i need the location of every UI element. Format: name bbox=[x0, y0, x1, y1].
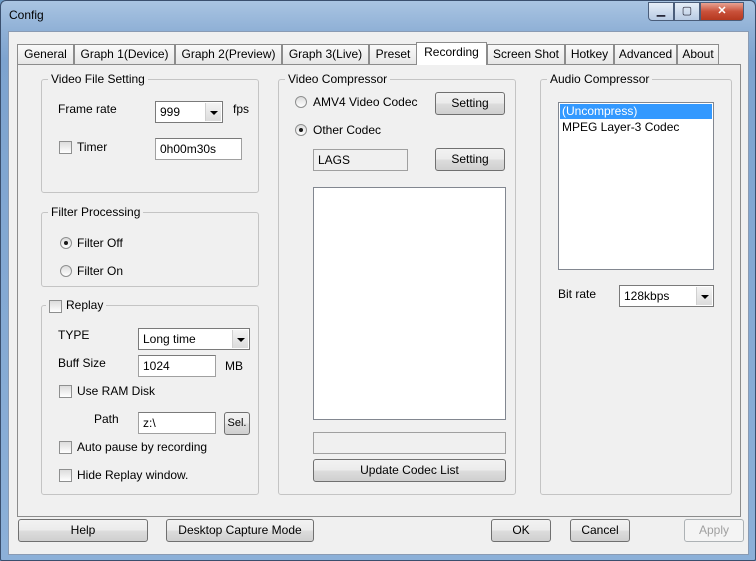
title-bar[interactable]: Config ▁ ▢ ✕ bbox=[1, 1, 755, 31]
buff-size-unit: MB bbox=[225, 359, 243, 373]
tab-general[interactable]: General bbox=[17, 44, 74, 64]
timer-label: Timer bbox=[77, 140, 108, 154]
replay-type-select[interactable]: Long time bbox=[138, 328, 250, 350]
desktop-capture-mode-button[interactable]: Desktop Capture Mode bbox=[166, 519, 314, 542]
dialog-client: General Graph 1(Device) Graph 2(Preview)… bbox=[8, 31, 749, 555]
other-codec-label: Other Codec bbox=[313, 123, 382, 137]
select-path-button[interactable]: Sel. bbox=[224, 412, 250, 435]
audio-compressor-group: Audio Compressor (Uncompress) MPEG Layer… bbox=[540, 72, 732, 495]
minimize-button[interactable]: ▁ bbox=[648, 2, 674, 21]
replay-group: Replay TYPE Long time Buff Size 1024 MB … bbox=[41, 298, 259, 495]
filter-processing-legend: Filter Processing bbox=[48, 205, 144, 219]
audio-codec-item-mp3[interactable]: MPEG Layer-3 Codec bbox=[560, 120, 712, 135]
maximize-button[interactable]: ▢ bbox=[674, 2, 700, 21]
apply-button[interactable]: Apply bbox=[684, 519, 744, 542]
audio-compressor-legend: Audio Compressor bbox=[547, 72, 653, 86]
close-button[interactable]: ✕ bbox=[700, 2, 744, 21]
filter-on-radio[interactable] bbox=[60, 265, 72, 277]
tab-graph3[interactable]: Graph 3(Live) bbox=[282, 44, 369, 64]
amv4-codec-label: AMV4 Video Codec bbox=[313, 95, 418, 109]
hide-replay-label: Hide Replay window. bbox=[77, 468, 189, 482]
ram-disk-checkbox[interactable] bbox=[59, 385, 72, 398]
video-file-setting-legend: Video File Setting bbox=[48, 72, 148, 86]
chevron-down-icon[interactable] bbox=[696, 287, 712, 305]
tab-about[interactable]: About bbox=[677, 44, 719, 64]
window-title: Config bbox=[9, 8, 44, 22]
replay-legend-text: Replay bbox=[66, 298, 104, 312]
help-button[interactable]: Help bbox=[18, 519, 148, 542]
bit-rate-label: Bit rate bbox=[558, 287, 597, 301]
recording-panel: Video File Setting Frame rate 999 fps Ti… bbox=[17, 64, 741, 517]
frame-rate-label: Frame rate bbox=[58, 102, 117, 116]
frame-rate-value: 999 bbox=[160, 105, 181, 119]
tab-graph2[interactable]: Graph 2(Preview) bbox=[175, 44, 282, 64]
timer-input[interactable]: 0h00m30s bbox=[155, 138, 242, 160]
config-window: Config ▁ ▢ ✕ General Graph 1(Device) Gra… bbox=[0, 0, 756, 561]
fps-label: fps bbox=[233, 102, 250, 116]
amv4-codec-radio[interactable] bbox=[295, 96, 307, 108]
filter-off-label: Filter Off bbox=[77, 236, 123, 250]
codec-name-field: LAGS bbox=[313, 149, 408, 171]
type-label: TYPE bbox=[58, 328, 90, 342]
frame-rate-select[interactable]: 999 bbox=[155, 101, 223, 123]
audio-codec-item-uncompress[interactable]: (Uncompress) bbox=[560, 104, 712, 119]
ram-disk-label: Use RAM Disk bbox=[77, 384, 156, 398]
codec-status-field bbox=[313, 432, 506, 454]
path-input[interactable]: z:\ bbox=[138, 412, 216, 434]
filter-processing-group: Filter Processing Filter Off Filter On bbox=[41, 205, 259, 287]
tab-graph1[interactable]: Graph 1(Device) bbox=[74, 44, 175, 64]
timer-checkbox[interactable] bbox=[59, 141, 72, 154]
other-setting-button[interactable]: Setting bbox=[435, 148, 505, 171]
auto-pause-checkbox[interactable] bbox=[59, 441, 72, 454]
bit-rate-select[interactable]: 128kbps bbox=[619, 285, 714, 307]
filter-on-label: Filter On bbox=[77, 264, 124, 278]
cancel-button[interactable]: Cancel bbox=[570, 519, 630, 542]
footer-buttons: Help Desktop Capture Mode OK Cancel Appl… bbox=[9, 517, 750, 555]
update-codec-list-button[interactable]: Update Codec List bbox=[313, 459, 506, 482]
filter-off-radio[interactable] bbox=[60, 237, 72, 249]
replay-type-value: Long time bbox=[143, 332, 196, 346]
amv4-setting-button[interactable]: Setting bbox=[435, 92, 505, 115]
auto-pause-label: Auto pause by recording bbox=[77, 440, 208, 454]
hide-replay-checkbox[interactable] bbox=[59, 469, 72, 482]
bit-rate-value: 128kbps bbox=[624, 289, 670, 303]
tab-hotkey[interactable]: Hotkey bbox=[565, 44, 614, 64]
replay-checkbox[interactable] bbox=[49, 300, 62, 313]
chevron-down-icon[interactable] bbox=[205, 103, 221, 121]
tab-preset[interactable]: Preset bbox=[369, 44, 417, 64]
ok-button[interactable]: OK bbox=[491, 519, 551, 542]
tab-advanced[interactable]: Advanced bbox=[614, 44, 677, 64]
buff-size-input[interactable]: 1024 bbox=[138, 355, 216, 377]
tab-recording[interactable]: Recording bbox=[416, 42, 487, 65]
video-compressor-group: Video Compressor AMV4 Video Codec Settin… bbox=[278, 72, 516, 495]
buff-size-label: Buff Size bbox=[58, 356, 106, 370]
codec-list[interactable] bbox=[313, 187, 506, 420]
path-label: Path bbox=[94, 412, 119, 426]
other-codec-radio[interactable] bbox=[295, 124, 307, 136]
audio-codec-list[interactable]: (Uncompress) MPEG Layer-3 Codec bbox=[558, 102, 714, 270]
tab-screen-shot[interactable]: Screen Shot bbox=[487, 44, 565, 64]
chevron-down-icon[interactable] bbox=[232, 330, 248, 348]
video-file-setting-group: Video File Setting Frame rate 999 fps Ti… bbox=[41, 72, 259, 193]
video-compressor-legend: Video Compressor bbox=[285, 72, 391, 86]
